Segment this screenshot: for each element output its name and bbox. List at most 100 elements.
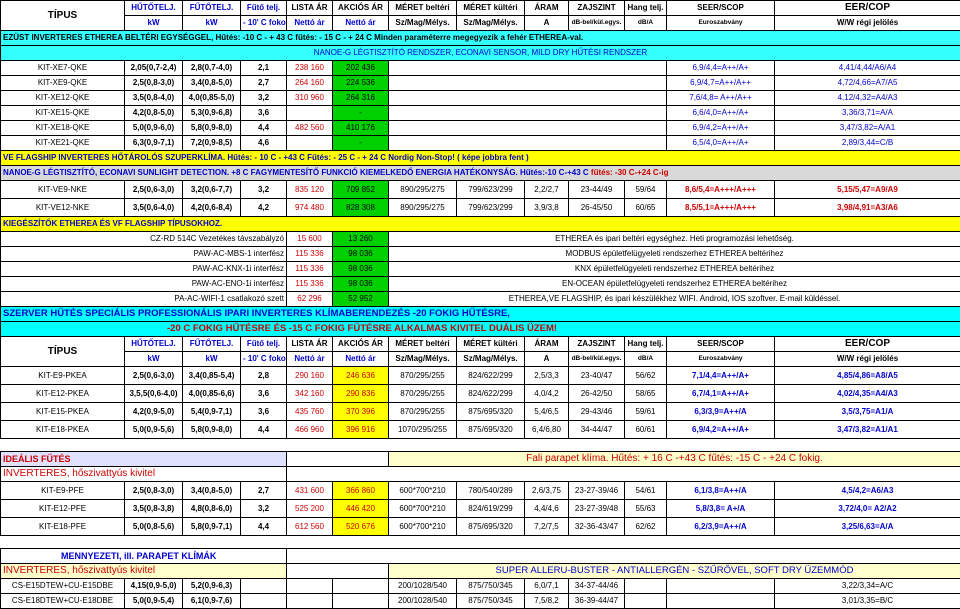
seer-scop: 6,9/4,7=A++/A++ (667, 76, 775, 91)
section-title-right: SUPER ALLERU-BUSTER - ANTIALLERGÉN - SZŰ… (389, 564, 960, 579)
model-name: KIT-XE12-QKE (1, 91, 125, 106)
current: 2,5/3,3 (525, 367, 569, 385)
sale-price: 370 396 (333, 403, 389, 421)
heating-capacity: 4,0(0,85-5,0) (183, 91, 241, 106)
column-header: HŰTŐTELJ. (125, 337, 183, 352)
unit-row: kWkW- 10' C fokonNettó árNettó árSz/Mag/… (1, 16, 960, 31)
indoor-size: 600*700*210 (389, 500, 457, 518)
heating-capacity: 5,2(0,9-6,3) (183, 579, 241, 594)
banner-row: SZERVER HŰTÉS SPECIÁLIS PROFESSIONÁLIS I… (1, 307, 960, 322)
outdoor-size: 824/622/299 (457, 385, 525, 403)
banner-row: NANOE-G LÉGTISZTÍTÓ RENDSZER, ECONAVI SE… (1, 46, 960, 61)
section-subtitle: INVERTERES, hőszivattyús kivitel (1, 564, 287, 579)
column-unit: dB/A (625, 352, 667, 367)
eer-cop: 3,01/3,35=B/C (775, 594, 960, 609)
column-header: LISTA ÁR (287, 337, 333, 352)
eer-cop: 3,5/3,75=A1/A (775, 403, 960, 421)
seer-scop: 6,2/3,9=A++/A (667, 518, 775, 536)
noise: 23-27-39/48 (569, 500, 625, 518)
model-name: CS-E15DTEW+CU-E15DBE (1, 579, 125, 594)
list-price: 15 600 (287, 232, 333, 247)
accessory-row: PAW-AC-ENO-1i interfész115 33698 036EN-O… (1, 277, 960, 292)
eer-cop: 3,72/4,0= A2/A2 (775, 500, 960, 518)
column-unit: kW (125, 352, 183, 367)
heating-capacity-minus10: 3,6 (241, 106, 287, 121)
column-header: MÉRET kültéri (457, 1, 525, 16)
sale-price: 13 260 (333, 232, 389, 247)
accessory-row: PAW-AC-MBS-1 interfész115 33698 036MODBU… (1, 247, 960, 262)
indoor-size: 870/295/255 (389, 367, 457, 385)
column-unit: dB-bel/kül.egys. (569, 352, 625, 367)
sound-power: 60/61 (625, 421, 667, 439)
sound-power: 59/64 (625, 181, 667, 199)
column-unit: - 10' C fokon (241, 352, 287, 367)
current: 3,9/3,8 (525, 199, 569, 217)
table-row: KIT-E12-PFE3,5(0,8-3,8)4,8(0,8-6,0)3,252… (1, 500, 960, 518)
column-unit: W/W régi jelölés (775, 352, 960, 367)
column-header: FŰTŐTELJ. (183, 1, 241, 16)
eer-cop: 4,85/4,86=A8/A5 (775, 367, 960, 385)
section-title: MENNYEZETI, ill. PARAPET KLÍMÁK (1, 549, 287, 564)
section-header: INVERTERES, hőszivattyús kivitel (1, 467, 960, 482)
heating-capacity: 4,2(0,6-8,4) (183, 199, 241, 217)
sound-power: 58/65 (625, 385, 667, 403)
column-header: AKCIÓS ÁR (333, 1, 389, 16)
sale-price: 828 308 (333, 199, 389, 217)
accessory-name: PAW-AC-ENO-1i interfész (1, 277, 287, 292)
column-header: EER/COP (775, 1, 960, 16)
seer-scop (667, 579, 775, 594)
heating-capacity-minus10: 3,2 (241, 181, 287, 199)
seer-scop: 5,8/3,8= A+/A (667, 500, 775, 518)
list-price (287, 106, 333, 121)
cooling-capacity: 5,0(0,9-5,6) (125, 421, 183, 439)
current: 7,2/7,5 (525, 518, 569, 536)
table-row: CS-E15DTEW+CU-E15DBE4,15(0,9-5,0)5,2(0,9… (1, 579, 960, 594)
outdoor-size: 799/623/299 (457, 181, 525, 199)
list-price: 115 336 (287, 262, 333, 277)
blank-cell (389, 121, 667, 136)
section-subtitle: INVERTERES, hőszivattyús kivitel (1, 467, 287, 482)
heating-capacity: 3,4(0,8-5,0) (183, 76, 241, 91)
table-row: KIT-XE7-QKE2,05(0,7-2,4)2,8(0,7-4,0)2,12… (1, 61, 960, 76)
noise: 36-39-44/47 (569, 594, 625, 609)
seer-scop: 6,5/4,0=A++/A+ (667, 136, 775, 151)
model-name: KIT-E15-PKEA (1, 403, 125, 421)
table-row: KIT-E18-PKEA5,0(0,9-5,6)5,8(0,9-8,0)4,44… (1, 421, 960, 439)
spacer-row (1, 439, 960, 452)
cooling-capacity: 2,05(0,7-2,4) (125, 61, 183, 76)
indoor-size: 890/295/275 (389, 199, 457, 217)
indoor-size: 870/295/255 (389, 403, 457, 421)
column-unit: Sz/Mag/Mélys. (457, 16, 525, 31)
sale-price: 98 036 (333, 247, 389, 262)
column-unit: Nettó ár (287, 352, 333, 367)
current: 2,6/3,75 (525, 482, 569, 500)
accessory-description: ETHEREA és ipari beltéri egységhez. Heti… (389, 232, 960, 247)
column-unit: kW (183, 352, 241, 367)
blank-cell (287, 452, 389, 467)
sale-price: 290 836 (333, 385, 389, 403)
accessory-row: PA-AC-WIFI-1 csatlakozó szett62 29652 95… (1, 292, 960, 307)
banner-row: VE FLAGSHIP INVERTERES HŐTÁROLÓS SZUPERK… (1, 151, 960, 166)
price-table: TÍPUSHŰTŐTELJ.FŰTŐTELJ.Fűtő telj.LISTA Á… (0, 0, 960, 609)
column-header-tipus: TÍPUS (1, 1, 125, 31)
model-name: KIT-XE21-QKE (1, 136, 125, 151)
column-header: ZAJSZINT (569, 337, 625, 352)
blank-cell (389, 91, 667, 106)
seer-scop: 6,9/4,2=A++/A+ (667, 421, 775, 439)
column-unit: Nettó ár (333, 352, 389, 367)
cooling-capacity: 5,0(0,9-5,4) (125, 594, 183, 609)
accessory-row: CZ-RD 514C Vezetékes távszabályzó15 6001… (1, 232, 960, 247)
eer-cop: 4,72/4,66=A7/A5 (775, 76, 960, 91)
model-name: CS-E18DTEW+CU-E18DBE (1, 594, 125, 609)
seer-scop: 8,5/5,1=A+++/A+++ (667, 199, 775, 217)
eer-cop: 4,41/4,44/A6/A4 (775, 61, 960, 76)
column-unit: kW (125, 16, 183, 31)
column-header: ZAJSZINT (569, 1, 625, 16)
blank-cell (287, 467, 960, 482)
heating-capacity: 5,3(0,9-6,8) (183, 106, 241, 121)
list-price: 612 560 (287, 518, 333, 536)
section-header: IDEÁLIS FŰTÉSFali parapet klíma. Hűtés: … (1, 452, 960, 467)
column-header: HŰTŐTELJ. (125, 1, 183, 16)
column-header: Hang telj. (625, 1, 667, 16)
noise: 34-37-44/46 (569, 579, 625, 594)
